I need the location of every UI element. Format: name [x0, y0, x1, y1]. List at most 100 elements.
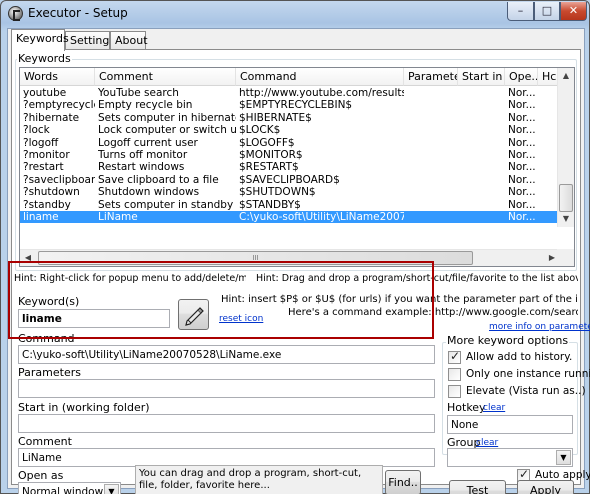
- minimize-button[interactable]: –: [507, 2, 534, 21]
- table-cell: $EMPTYRECYCLEBIN$: [239, 99, 353, 112]
- keywords-listview[interactable]: Words Comment Command Parameter Start in…: [19, 67, 575, 267]
- column-header-openas[interactable]: Ope...: [505, 68, 538, 86]
- table-row[interactable]: ?standby Sets computer in standby mode$ST…: [20, 199, 560, 211]
- openas-value: Normal window: [22, 486, 104, 494]
- table-cell: Shutdown windows: [98, 186, 200, 199]
- table-row[interactable]: liname LiName C:\yuko-soft\Utility\LiName2…: [20, 211, 560, 224]
- tab-keywords[interactable]: Keywords: [11, 29, 69, 51]
- table-row[interactable]: ?restart Restart windows $RESTART$ Nor...: [20, 161, 560, 173]
- hint-drag-drop: Hint: Drag and drop a program/short-cut/…: [256, 273, 578, 284]
- keyword-label: Keyword(s): [18, 295, 80, 308]
- table-cell: ?saveclipboard: [23, 173, 95, 186]
- table-row[interactable]: youtube YouTube search http://www.youtube.…: [20, 87, 560, 99]
- tab-about[interactable]: About: [110, 31, 148, 50]
- vscroll-thumb[interactable]: [559, 184, 573, 212]
- column-header-parameter[interactable]: Parameter: [404, 68, 458, 86]
- table-cell: $STANDBY$: [239, 198, 301, 211]
- chevron-down-icon[interactable]: ▼: [104, 484, 119, 494]
- elevate-checkbox[interactable]: [448, 385, 461, 398]
- table-cell: Nor...: [508, 198, 536, 211]
- table-cell: Nor...: [508, 161, 536, 174]
- table-cell: ?standby: [23, 198, 71, 211]
- table-cell: $MONITOR$: [239, 149, 303, 161]
- column-header-words[interactable]: Words: [20, 68, 95, 86]
- group-clear-link[interactable]: clear: [476, 438, 498, 448]
- table-cell: Sets computer in hibernate m...: [98, 111, 236, 124]
- title-bar[interactable]: Executor - Setup – □ ✕: [1, 1, 589, 27]
- startin-input[interactable]: [18, 414, 435, 433]
- column-header-command[interactable]: Command: [236, 68, 404, 86]
- table-row[interactable]: ?logoff Logoff current user $LOGOFF$ Nor...: [20, 137, 560, 149]
- keyword-input[interactable]: liname: [18, 309, 170, 328]
- app-icon: [8, 6, 23, 21]
- table-row[interactable]: ?saveclipboard Save clipboard to a file $S…: [20, 174, 560, 186]
- table-row[interactable]: ?monitor Turns off monitor $MONITOR$ Nor...: [20, 149, 560, 161]
- table-cell: ?lock: [23, 124, 50, 137]
- column-header-startin[interactable]: Start in: [458, 68, 505, 86]
- list-vertical-scrollbar[interactable]: ▲ ▼: [557, 68, 574, 227]
- hotkey-clear-link[interactable]: clear: [483, 403, 505, 413]
- drop-zone[interactable]: You can drag and drop a program, short-c…: [135, 465, 383, 494]
- table-cell: Nor...: [508, 111, 536, 124]
- window-title: Executor - Setup: [28, 6, 128, 20]
- table-cell: YouTube search: [98, 87, 179, 99]
- table-cell: Lock computer or switch user: [98, 124, 236, 137]
- table-cell: ?emptyrecycle...: [23, 99, 95, 112]
- keywords-group-label: Keywords: [17, 52, 72, 65]
- more-options-label: More keyword options: [446, 334, 570, 347]
- find-button[interactable]: Find..: [385, 470, 421, 494]
- table-row[interactable]: ?shutdown Shutdown windows $SHUTDOWN$ Nor..…: [20, 186, 560, 198]
- apply-button[interactable]: Apply: [517, 480, 574, 494]
- openas-select[interactable]: Normal window ▼: [18, 482, 121, 494]
- column-header-comment[interactable]: Comment: [95, 68, 236, 86]
- table-cell: Nor...: [508, 149, 536, 161]
- table-cell: Logoff current user: [98, 136, 198, 149]
- table-row[interactable]: ?emptyrecycle...Empty recycle bin $EMPTYR…: [20, 99, 560, 111]
- elevate-label: Elevate (Vista run as..): [466, 385, 586, 397]
- parameters-label: Parameters: [18, 366, 81, 379]
- reset-icon-link[interactable]: reset icon: [219, 314, 263, 324]
- hint-command-example: Here's a command example: http://www.goo…: [288, 307, 578, 318]
- close-button[interactable]: ✕: [560, 2, 587, 21]
- group-select[interactable]: ▼: [447, 448, 573, 467]
- allow-history-checkbox[interactable]: [448, 349, 461, 364]
- scroll-down-icon[interactable]: ▼: [558, 211, 574, 227]
- more-info-parameters-link[interactable]: more info on parameters: [489, 322, 590, 332]
- table-cell: ?hibernate: [23, 111, 80, 124]
- hotkey-label: Hotkey: [447, 401, 486, 414]
- hotkey-input[interactable]: None: [447, 415, 573, 434]
- scroll-left-icon[interactable]: ◀: [20, 250, 36, 266]
- table-cell: ?monitor: [23, 149, 70, 161]
- table-row[interactable]: ?lock Lock computer or switch user$LOCK$ N…: [20, 124, 560, 136]
- tab-settings[interactable]: Settings: [65, 31, 115, 50]
- table-cell: $RESTART$: [239, 161, 299, 174]
- table-cell: Nor...: [508, 136, 536, 149]
- openas-label: Open as: [18, 469, 64, 482]
- command-input[interactable]: C:\yuko-soft\Utility\LiName20070528\LiNa…: [18, 345, 435, 364]
- table-cell: Nor...: [508, 211, 536, 223]
- scroll-corner: [557, 249, 574, 266]
- maximize-button[interactable]: □: [534, 2, 560, 21]
- table-cell: $LOCK$: [239, 124, 281, 137]
- chevron-down-icon[interactable]: ▼: [556, 450, 571, 465]
- hscroll-thumb[interactable]: III: [38, 251, 473, 265]
- scroll-up-icon[interactable]: ▲: [558, 68, 574, 84]
- table-cell: Nor...: [508, 87, 536, 99]
- test-button[interactable]: Test: [449, 480, 506, 494]
- one-instance-label: Only one instance running.: [466, 368, 590, 380]
- executor-setup-window: Executor - Setup – □ ✕ Keywords Settings…: [0, 0, 590, 494]
- list-horizontal-scrollbar[interactable]: ◀ III ▶: [20, 249, 560, 266]
- table-cell: Nor...: [508, 186, 536, 199]
- table-row[interactable]: ?hibernate Sets computer in hibernate m..…: [20, 112, 560, 124]
- one-instance-checkbox[interactable]: [448, 368, 461, 381]
- table-cell: $LOGOFF$: [239, 136, 295, 149]
- hint-right-click: Hint: Right-click for popup menu to add/…: [14, 273, 246, 284]
- comment-label: Comment: [18, 435, 72, 448]
- table-cell: ?logoff: [23, 136, 59, 149]
- table-cell: Save clipboard to a file: [98, 173, 219, 186]
- allow-history-label: Allow add to history.: [466, 351, 573, 363]
- edit-button[interactable]: [178, 299, 209, 330]
- table-cell: ?shutdown: [23, 186, 80, 199]
- parameters-input[interactable]: [18, 379, 435, 398]
- hint-parameter-insert: Hint: insert $P$ or $U$ (for urls) if yo…: [221, 294, 578, 305]
